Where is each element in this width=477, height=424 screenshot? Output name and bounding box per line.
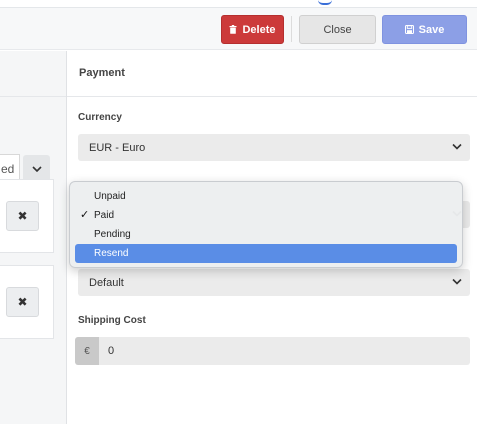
toolbar-divider bbox=[291, 16, 292, 42]
delete-button[interactable]: Delete bbox=[221, 15, 284, 44]
option-label: Unpaid bbox=[94, 191, 126, 202]
dropdown-option-paid[interactable]: ✓ Paid bbox=[75, 206, 457, 225]
floppy-disk-icon bbox=[404, 25, 414, 34]
save-button[interactable]: Save bbox=[382, 15, 467, 44]
dropdown-option-unpaid[interactable]: Unpaid bbox=[75, 187, 457, 206]
currency-value: EUR - Euro bbox=[89, 141, 146, 154]
option-label: Pending bbox=[94, 229, 131, 240]
shipping-cost-label: Shipping Cost bbox=[78, 315, 146, 326]
dropdown-option-resend[interactable]: Resend bbox=[75, 244, 457, 263]
panel-title: Payment bbox=[79, 67, 125, 79]
payment-status-dropdown: Unpaid ✓ Paid Pending Resend bbox=[69, 181, 463, 268]
option-label: Paid bbox=[94, 210, 115, 221]
payment-panel-header: Payment bbox=[67, 51, 477, 97]
remove-item-button[interactable]: ✖ bbox=[6, 201, 39, 231]
close-label: Close bbox=[323, 23, 352, 36]
dropdown-option-pending[interactable]: Pending bbox=[75, 225, 457, 244]
left-panel: ed ✖ ✖ bbox=[0, 51, 66, 424]
chevron-down-icon bbox=[31, 166, 42, 172]
option-label: Resend bbox=[94, 248, 129, 259]
chevron-down-icon bbox=[452, 278, 462, 285]
shipping-cost-value: 0 bbox=[108, 345, 115, 357]
close-icon: ✖ bbox=[17, 295, 28, 309]
left-status-value: ed bbox=[1, 162, 15, 176]
trash-icon bbox=[229, 25, 237, 34]
shipping-cost-input[interactable]: 0 bbox=[99, 337, 470, 365]
left-panel-header bbox=[0, 51, 66, 97]
delete-label: Delete bbox=[242, 23, 276, 36]
euro-prefix: € bbox=[75, 337, 99, 365]
shipping-cost-group: € 0 bbox=[75, 337, 470, 365]
loading-indicator bbox=[318, 0, 332, 5]
currency-label: Currency bbox=[78, 112, 122, 123]
method-value: Default bbox=[89, 276, 124, 289]
top-strip bbox=[0, 0, 477, 8]
save-label: Save bbox=[418, 23, 445, 36]
remove-item-button[interactable]: ✖ bbox=[6, 287, 39, 317]
method-select[interactable]: Default bbox=[78, 269, 470, 296]
checkmark-icon: ✓ bbox=[80, 209, 90, 221]
chevron-down-icon bbox=[452, 143, 462, 150]
currency-select[interactable]: EUR - Euro bbox=[78, 134, 470, 161]
close-button[interactable]: Close bbox=[299, 15, 376, 44]
close-icon: ✖ bbox=[17, 209, 28, 223]
